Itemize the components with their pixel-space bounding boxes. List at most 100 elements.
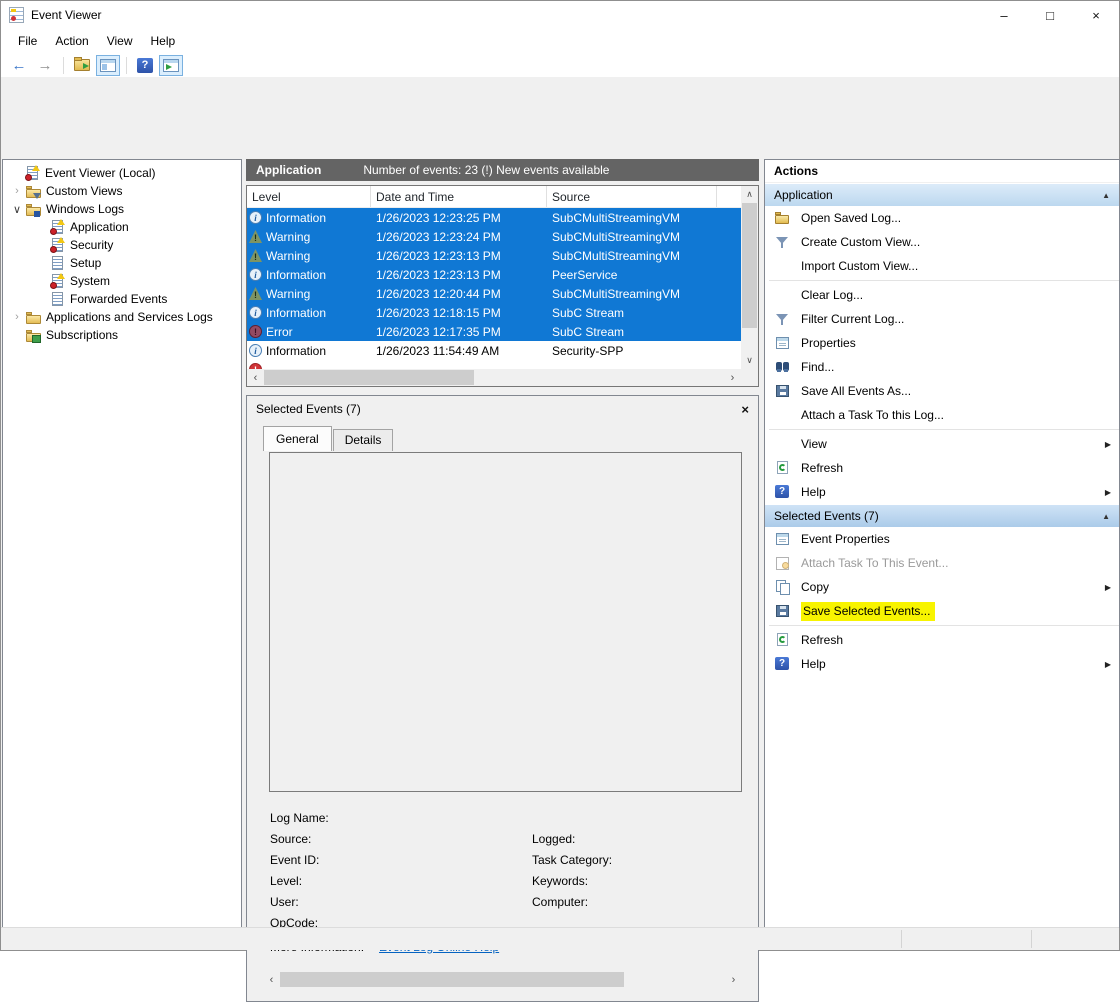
scroll-right-icon[interactable]: › <box>725 971 742 988</box>
event-row[interactable]: Warning 1/26/2023 12:20:44 PM SubCMultiS… <box>247 284 741 303</box>
tree-item-label: Subscriptions <box>46 328 118 342</box>
menu-help[interactable]: Help <box>142 31 185 51</box>
action-save-selected-events[interactable]: Save Selected Events... <box>765 599 1119 623</box>
level-cell: Warning <box>247 246 371 265</box>
collapse-section-icon[interactable]: ▲ <box>1102 191 1110 200</box>
tree-item-applications-and-services-logs[interactable]: › Applications and Services Logs <box>3 308 241 326</box>
tab-details[interactable]: Details <box>333 429 394 451</box>
tree-item-forwarded-events[interactable]: Forwarded Events <box>3 290 241 308</box>
column-header[interactable]: Date and Time <box>371 186 547 207</box>
toolbar-separator <box>126 57 127 74</box>
action-filter-current-log[interactable]: Filter Current Log... <box>765 307 1119 331</box>
action-open-saved-log[interactable]: Open Saved Log... <box>765 206 1119 230</box>
action-view[interactable]: View ▶ <box>765 432 1119 456</box>
event-row[interactable]: Information 1/26/2023 12:23:25 PM SubCMu… <box>247 208 741 227</box>
tree-item-application[interactable]: Application <box>3 218 241 236</box>
scroll-down-icon[interactable]: ∨ <box>741 352 758 369</box>
event-row[interactable]: Information 1/26/2023 12:23:13 PM PeerSe… <box>247 265 741 284</box>
field-row: Level: Keywords: <box>270 870 742 891</box>
action-help[interactable]: Help ▶ <box>765 480 1119 504</box>
action-label: Import Custom View... <box>801 259 918 273</box>
action-separator[interactable] <box>769 280 1119 281</box>
tree-item-label: System <box>70 274 110 288</box>
action-import-custom-view[interactable]: Import Custom View... <box>765 254 1119 278</box>
preview-horizontal-scrollbar[interactable]: ‹ › <box>263 971 742 988</box>
datetime-cell: 1/26/2023 12:23:13 PM <box>371 265 547 284</box>
minimize-button[interactable]: – <box>981 1 1027 29</box>
action-separator[interactable] <box>769 429 1119 430</box>
tab-general[interactable]: General <box>263 426 332 451</box>
action-properties[interactable]: Properties <box>765 331 1119 355</box>
level-icon <box>249 268 262 281</box>
tree-item-windows-logs[interactable]: ∨ Windows Logs <box>3 200 241 218</box>
datetime-cell: 1/26/2023 12:23:13 PM <box>371 246 547 265</box>
back-button[interactable]: ← <box>7 55 31 76</box>
field-row: Event ID: Task Category: <box>270 849 742 870</box>
level-cell: Information <box>247 341 371 360</box>
action-create-custom-view[interactable]: Create Custom View... <box>765 230 1119 254</box>
console-tree-toggle-button[interactable] <box>96 55 120 76</box>
action-refresh-selected[interactable]: Refresh <box>765 628 1119 652</box>
scroll-right-icon[interactable]: › <box>724 369 741 386</box>
export-folder-button[interactable] <box>70 55 94 76</box>
tree-expander-icon[interactable]: › <box>9 311 25 323</box>
maximize-button[interactable]: □ <box>1027 1 1073 29</box>
scroll-up-icon[interactable]: ∧ <box>741 186 758 203</box>
tree-item-setup[interactable]: Setup <box>3 254 241 272</box>
filler-cell <box>717 303 741 322</box>
event-row[interactable]: Information 1/26/2023 11:54:49 AM Securi… <box>247 341 741 360</box>
preview-scrollbar-thumb[interactable] <box>280 972 624 987</box>
action-copy[interactable]: Copy ▶ <box>765 575 1119 599</box>
tree-item-custom-views[interactable]: › Custom Views <box>3 182 241 200</box>
event-row[interactable]: Information 1/26/2023 12:18:15 PM SubC S… <box>247 303 741 322</box>
menu-action[interactable]: Action <box>46 31 97 51</box>
column-header[interactable]: Level <box>247 186 371 207</box>
actions-section-selected-events[interactable]: Selected Events (7) ▲ <box>765 504 1119 527</box>
action-attach-task-to-event[interactable]: Attach Task To This Event... <box>765 551 1119 575</box>
action-attach-task-to-log[interactable]: Attach a Task To this Log... <box>765 403 1119 427</box>
scroll-left-icon[interactable]: ‹ <box>247 369 264 386</box>
action-event-properties[interactable]: Event Properties <box>765 527 1119 551</box>
menu-view[interactable]: View <box>98 31 142 51</box>
tree-item-icon <box>26 184 41 199</box>
vertical-scrollbar-thumb[interactable] <box>742 203 757 328</box>
horizontal-scrollbar[interactable]: ‹ › <box>247 369 741 386</box>
tree-item-security[interactable]: Security <box>3 236 241 254</box>
tree-item-system[interactable]: System <box>3 272 241 290</box>
field-row: User: Computer: <box>270 891 742 912</box>
status-bar <box>1 927 1119 950</box>
vertical-scrollbar[interactable]: ∧ ∨ <box>741 186 758 369</box>
action-icon <box>775 234 792 250</box>
horizontal-scrollbar-thumb[interactable] <box>264 370 474 385</box>
event-row[interactable]: Error 1/26/2023 12:17:35 PM SubC Stream <box>247 322 741 341</box>
tree-item-icon <box>50 256 65 271</box>
collapse-section-icon[interactable]: ▲ <box>1102 512 1110 521</box>
actions-section-application[interactable]: Application ▲ <box>765 183 1119 206</box>
middle-column: Application Number of events: 23 (!) New… <box>246 159 759 928</box>
action-save-all-events-as[interactable]: Save All Events As... <box>765 379 1119 403</box>
help-button[interactable]: ? <box>133 55 157 76</box>
tree-item-core: Windows Logs <box>25 201 127 218</box>
action-refresh[interactable]: Refresh <box>765 456 1119 480</box>
alert-flag <box>32 165 40 171</box>
tree-expander-icon[interactable]: ∨ <box>9 203 25 216</box>
close-button[interactable]: × <box>1073 1 1119 29</box>
close-preview-icon[interactable]: × <box>741 402 749 417</box>
action-find[interactable]: Find... <box>765 355 1119 379</box>
tree-item-event-viewer-local[interactable]: Event Viewer (Local) <box>3 164 241 182</box>
scroll-left-icon[interactable]: ‹ <box>263 971 280 988</box>
menu-file[interactable]: File <box>9 31 46 51</box>
tree-item-subscriptions[interactable]: Subscriptions <box>3 326 241 344</box>
level-cell: Information <box>247 303 371 322</box>
forward-button[interactable]: → <box>33 55 57 76</box>
scrollbar-corner <box>741 369 758 386</box>
action-separator[interactable] <box>769 625 1119 626</box>
action-pane-toggle-button[interactable] <box>159 55 183 76</box>
action-clear-log[interactable]: Clear Log... <box>765 283 1119 307</box>
action-help-selected[interactable]: Help ▶ <box>765 652 1119 676</box>
datetime-cell: 1/26/2023 12:20:44 PM <box>371 284 547 303</box>
event-row[interactable]: Warning 1/26/2023 12:23:13 PM SubCMultiS… <box>247 246 741 265</box>
event-row[interactable]: Warning 1/26/2023 12:23:24 PM SubCMultiS… <box>247 227 741 246</box>
column-header[interactable]: Source <box>547 186 717 207</box>
tree-expander-icon[interactable]: › <box>9 185 25 197</box>
